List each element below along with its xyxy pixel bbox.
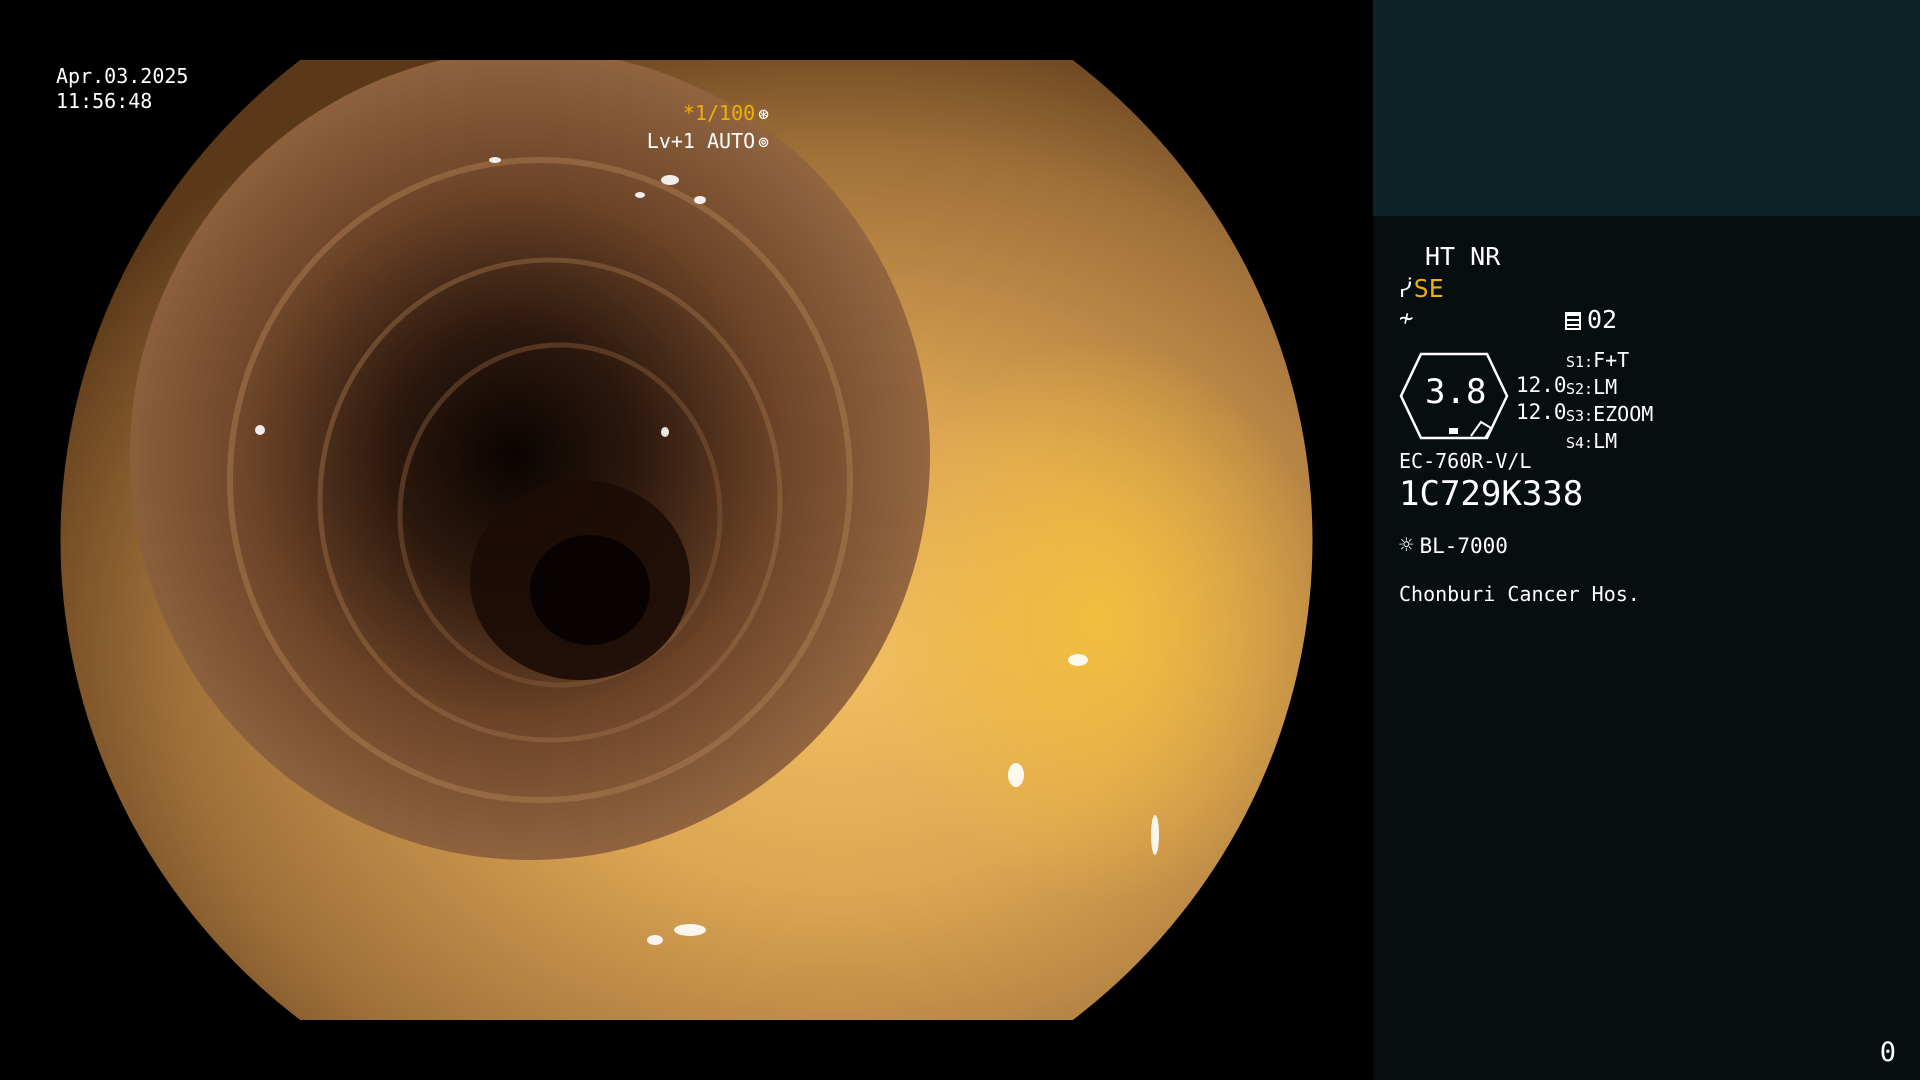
time-label: 11:56:48 — [56, 89, 153, 113]
setting-values: 12.0 12.0 — [1516, 372, 1567, 426]
endoscopy-image — [60, 60, 1313, 1020]
iris-level: Lv+1 AUTO ⊚ — [646, 129, 769, 153]
scope-model: EC-760R-V/L — [1399, 449, 1532, 473]
memory-card-icon — [1565, 312, 1581, 330]
structure-enhance-row: ᓰSE — [1399, 274, 1444, 303]
noise-reduction-icon: ≁ — [1399, 304, 1414, 332]
colon-lumen-image — [60, 60, 1313, 1020]
info-panel: HT NR ᓰSE ≁ 02 3.8 12.0 12.0 S1:F+T S2:L… — [1373, 0, 1920, 1080]
video-area: Apr.03.2025 11:56:48 *1/100 ⊛ Lv+1 AUTO ⊚ — [0, 0, 1373, 1080]
memory-indicator: 02 — [1565, 305, 1617, 334]
hospital-name: Chonburi Cancer Hos. — [1399, 582, 1640, 606]
scope-value: 3.8 — [1425, 372, 1487, 412]
lamp-icon: ☼ — [1399, 531, 1414, 559]
switch-item: S4:LM — [1566, 429, 1618, 453]
patient-info-area — [1373, 0, 1920, 216]
frame-counter: 0 — [1879, 1037, 1896, 1068]
scope-serial: 1C729K338 — [1399, 474, 1584, 514]
switch-item: S3:EZOOM — [1566, 402, 1654, 426]
exposure-info: *1/100 ⊛ Lv+1 AUTO ⊚ — [647, 100, 769, 156]
date-time-display: Apr.03.2025 11:56:48 — [56, 64, 188, 114]
switch-item: S2:LM — [1566, 375, 1618, 399]
shutter-ratio: *1/100 ⊛ — [682, 101, 769, 125]
setting-value: 12.0 — [1516, 400, 1567, 424]
structure-enhance-icon: ᓰ — [1399, 278, 1412, 302]
setting-value: 12.0 — [1516, 373, 1567, 397]
iris-icon: ⊚ — [758, 132, 769, 153]
switch-item: S1:F+T — [1566, 348, 1630, 372]
ht-nr-label: HT NR — [1425, 242, 1501, 271]
switch-settings-list: S1:F+T S2:LM S3:EZOOM S4:LM — [1566, 348, 1653, 456]
date-label: Apr.03.2025 — [56, 64, 189, 88]
light-source-row: ☼ BL-7000 — [1399, 531, 1508, 559]
shutter-icon: ⊛ — [758, 104, 769, 125]
